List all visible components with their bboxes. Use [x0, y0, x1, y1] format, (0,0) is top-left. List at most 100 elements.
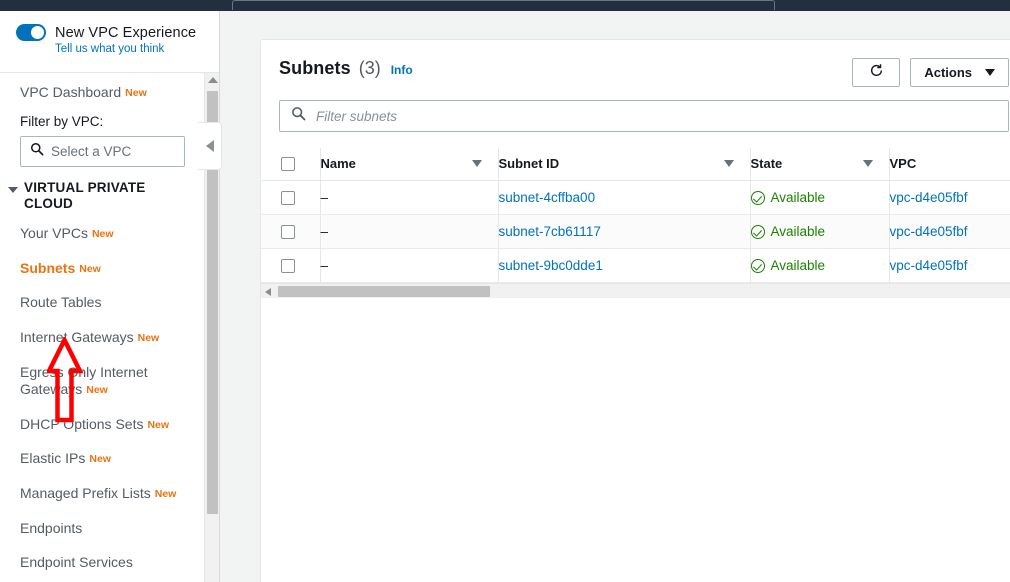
sidebar-item-subnets[interactable]: Subnets New: [20, 251, 191, 286]
sidebar-section-label: Virtual private cloud: [24, 179, 146, 212]
actions-button[interactable]: Actions: [910, 58, 1009, 87]
feedback-link[interactable]: Tell us what you think: [55, 43, 219, 55]
chevron-down-icon: [985, 69, 995, 76]
cell-state: Available: [749, 214, 889, 249]
new-badge: New: [137, 331, 160, 344]
sidebar-item-endpoints[interactable]: Endpoints: [20, 511, 191, 546]
table-row[interactable]: – subnet-7cb61117 Available vpc-d4e05fbf: [261, 214, 1010, 249]
scroll-left-arrow-icon[interactable]: [265, 288, 271, 296]
column-state[interactable]: State: [749, 148, 889, 181]
new-badge: New: [79, 262, 101, 275]
red-up-arrow-annotation: [47, 337, 83, 423]
row-checkbox[interactable]: [281, 224, 295, 239]
cell-name: –: [319, 214, 498, 249]
column-subnet-id[interactable]: Subnet ID: [497, 148, 750, 181]
table-header-row: Name Subnet ID State VPC: [261, 148, 1010, 181]
column-label: Subnet ID: [498, 156, 560, 171]
page-title: Subnets: [279, 58, 351, 78]
column-select-all: [261, 148, 320, 181]
cell-vpc: vpc-d4e05fbf: [888, 248, 1010, 283]
subnets-table: Name Subnet ID State VPC – subnet-4cffba…: [261, 148, 1010, 283]
sidebar-item-route-tables[interactable]: Route Tables: [20, 286, 191, 321]
search-icon: [291, 106, 306, 126]
new-vpc-experience-label: New VPC Experience: [55, 24, 197, 41]
status-badge: Available: [770, 190, 826, 205]
sidebar: New VPC Experience Tell us what you thin…: [0, 11, 220, 582]
filter-placeholder: Filter subnets: [316, 108, 398, 124]
subnet-id-link[interactable]: subnet-4cffba00: [499, 190, 596, 205]
sort-icon[interactable]: [723, 160, 734, 167]
sidebar-item-elastic-ips[interactable]: Elastic IPs New: [20, 442, 191, 477]
vpc-filter-placeholder: Select a VPC: [51, 143, 132, 159]
row-select-cell: [261, 214, 320, 249]
global-search-input[interactable]: [232, 0, 775, 10]
top-navigation-bar: [0, 0, 1010, 11]
subnets-panel: Subnets (3) Info Actions Filter subnets …: [260, 39, 1010, 582]
sort-icon[interactable]: [471, 160, 482, 167]
vpc-link[interactable]: vpc-d4e05fbf: [890, 190, 968, 205]
filter-subnets-input[interactable]: Filter subnets: [279, 100, 1009, 132]
new-experience-block: New VPC Experience Tell us what you thin…: [0, 11, 219, 73]
column-vpc[interactable]: VPC: [888, 148, 1010, 181]
status-badge: Available: [770, 258, 826, 273]
sidebar-item-label: VPC Dashboard: [20, 84, 122, 100]
subnet-id-link[interactable]: subnet-9bc0dde1: [499, 258, 603, 273]
sidebar-collapse-button[interactable]: [198, 122, 222, 170]
new-badge: New: [147, 418, 170, 431]
vpc-filter-select[interactable]: Select a VPC: [20, 135, 185, 167]
info-link[interactable]: Info: [391, 63, 413, 77]
new-badge: New: [125, 87, 147, 99]
sidebar-item-label: Egress Only Internet Gateways: [20, 363, 148, 398]
main-content: Subnets (3) Info Actions Filter subnets …: [220, 11, 1010, 582]
column-name[interactable]: Name: [319, 148, 498, 181]
filter-by-vpc-label: Filter by VPC:: [20, 113, 104, 129]
subnet-id-link[interactable]: subnet-7cb61117: [499, 224, 601, 239]
sidebar-section-virtual-private-cloud[interactable]: Virtual private cloud: [8, 180, 191, 213]
subnet-count: (3): [358, 58, 381, 78]
cell-name: –: [319, 180, 498, 215]
sidebar-item-endpoint-services[interactable]: Endpoint Services: [20, 546, 191, 581]
new-vpc-experience-toggle[interactable]: [16, 24, 46, 41]
panel-header: Subnets (3) Info Actions: [261, 40, 1010, 87]
table-horizontal-scrollbar[interactable]: [261, 283, 1010, 298]
status-available-icon: [750, 190, 765, 205]
table-row[interactable]: – subnet-4cffba00 Available vpc-d4e05fbf: [261, 180, 1010, 215]
column-label: Name: [320, 156, 356, 171]
sidebar-item-label: Managed Prefix Lists: [20, 485, 151, 502]
select-all-checkbox[interactable]: [281, 156, 295, 171]
sidebar-item-vpc-dashboard[interactable]: VPC Dashboard New: [20, 83, 191, 112]
sort-icon[interactable]: [862, 160, 873, 167]
cell-subnet-id: subnet-4cffba00: [497, 180, 750, 215]
status-badge: Available: [770, 224, 826, 239]
column-label: VPC: [889, 156, 917, 171]
row-checkbox[interactable]: [281, 190, 295, 205]
status-available-icon: [750, 258, 765, 273]
new-badge: New: [154, 488, 177, 501]
refresh-button[interactable]: [852, 58, 901, 87]
cell-vpc: vpc-d4e05fbf: [888, 214, 1010, 249]
chevron-left-icon: [205, 140, 214, 152]
sidebar-item-label: Your VPCs: [20, 225, 88, 242]
row-checkbox[interactable]: [281, 258, 295, 273]
cell-state: Available: [749, 248, 889, 283]
page-root: New VPC Experience Tell us what you thin…: [0, 0, 1010, 582]
sidebar-item-your-vpcs[interactable]: Your VPCs New: [20, 217, 191, 252]
sidebar-item-label: Route Tables: [20, 294, 102, 311]
sidebar-item-internet-gateways[interactable]: Internet Gateways New: [20, 320, 191, 355]
actions-label: Actions: [924, 65, 972, 80]
sidebar-item-egress-only-internet-gateways[interactable]: Egress Only Internet Gateways New: [20, 355, 191, 407]
chevron-down-icon: [8, 186, 18, 193]
new-badge: New: [91, 228, 114, 241]
scroll-up-arrow-icon[interactable]: [208, 77, 218, 83]
sidebar-item-label: Endpoint Services: [20, 554, 133, 571]
scrollbar-thumb[interactable]: [278, 286, 490, 297]
table-row[interactable]: – subnet-9bc0dde1 Available vpc-d4e05fbf: [261, 248, 1010, 283]
row-select-cell: [261, 180, 320, 215]
vpc-link[interactable]: vpc-d4e05fbf: [890, 224, 968, 239]
vpc-link[interactable]: vpc-d4e05fbf: [890, 258, 968, 273]
sidebar-item-label: Subnets: [20, 259, 76, 276]
search-icon: [30, 142, 44, 161]
sidebar-item-label: Elastic IPs: [20, 450, 86, 467]
sidebar-item-managed-prefix-lists[interactable]: Managed Prefix Lists New: [20, 477, 191, 512]
sidebar-item-dhcp-options-sets[interactable]: DHCP Options Sets New: [20, 407, 191, 442]
